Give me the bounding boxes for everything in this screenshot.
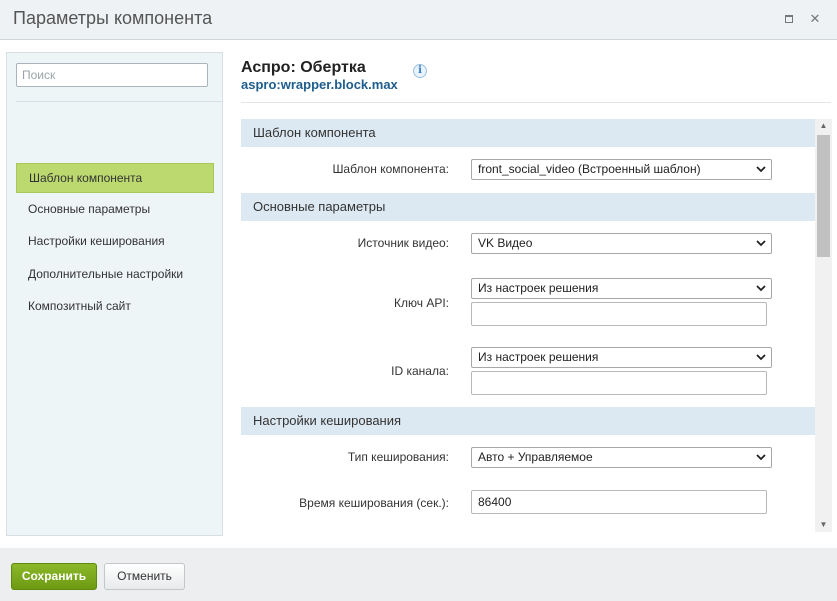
dialog-content: Шаблон компонента Основные параметры Нас…: [0, 40, 837, 548]
scrollbar-thumb[interactable]: [817, 135, 830, 257]
video-source-label: Источник видео:: [357, 236, 449, 250]
template-select-value: front_social_video (Встроенный шаблон): [478, 162, 701, 176]
channel-id-input[interactable]: [471, 371, 767, 395]
sidebar-item-main-params[interactable]: Основные параметры: [16, 195, 214, 225]
cache-type-select-value: Авто + Управляемое: [478, 450, 593, 464]
close-button[interactable]: ✕: [808, 12, 822, 26]
video-source-select[interactable]: VK Видео: [471, 233, 772, 254]
sidebar-item-cache-settings[interactable]: Настройки кеширования: [16, 227, 214, 257]
section-header-template: Шаблон компонента: [241, 119, 815, 147]
sidebar-divider: [16, 101, 223, 102]
window-title: Параметры компонента: [13, 8, 213, 28]
dialog-footer: Сохранить Отменить: [0, 548, 837, 601]
api-key-label: Ключ API:: [394, 296, 449, 310]
maximize-icon: [785, 15, 793, 23]
api-key-select[interactable]: Из настроек решения: [471, 278, 772, 299]
cache-type-label: Тип кеширования:: [347, 450, 449, 464]
chevron-down-icon: [756, 240, 766, 247]
header-divider: [241, 102, 831, 103]
api-key-select-value: Из настроек решения: [478, 281, 599, 295]
video-source-select-value: VK Видео: [478, 236, 533, 250]
template-select[interactable]: front_social_video (Встроенный шаблон): [471, 159, 772, 180]
close-icon: ✕: [809, 11, 821, 26]
info-icon[interactable]: i: [413, 64, 427, 78]
chevron-down-icon: [756, 454, 766, 461]
sidebar-item-template[interactable]: Шаблон компонента: [16, 163, 214, 193]
cache-type-select[interactable]: Авто + Управляемое: [471, 447, 772, 468]
window-titlebar: Параметры компонента ✕: [0, 0, 837, 40]
channel-id-select[interactable]: Из настроек решения: [471, 347, 772, 368]
component-code: aspro:wrapper.block.max: [241, 77, 398, 92]
template-label: Шаблон компонента:: [332, 162, 449, 176]
api-key-input[interactable]: [471, 302, 767, 326]
save-button[interactable]: Сохранить: [11, 563, 97, 590]
component-title: Аспро: Обертка: [241, 59, 366, 76]
channel-id-label: ID канала:: [391, 364, 449, 378]
cancel-button[interactable]: Отменить: [104, 563, 185, 590]
section-header-main-params: Основные параметры: [241, 193, 815, 221]
chevron-down-icon: [756, 354, 766, 361]
cache-time-input[interactable]: 86400: [471, 490, 767, 514]
chevron-down-icon: [756, 285, 766, 292]
cache-time-label: Время кеширования (сек.):: [299, 496, 449, 510]
parameters-form: Шаблон компонента Шаблон компонента: fro…: [241, 119, 815, 532]
scroll-up-arrow-icon[interactable]: ▲: [815, 119, 832, 133]
section-header-cache: Настройки кеширования: [241, 407, 815, 435]
sidebar: Шаблон компонента Основные параметры Нас…: [6, 52, 223, 536]
main-panel: Аспро: Обертка aspro:wrapper.block.max i…: [241, 40, 837, 548]
form-scrollbar[interactable]: ▲ ▼: [815, 119, 832, 532]
sidebar-item-composite-site[interactable]: Композитный сайт: [16, 292, 214, 322]
scroll-down-arrow-icon[interactable]: ▼: [815, 518, 832, 532]
channel-id-select-value: Из настроек решения: [478, 350, 599, 364]
sidebar-item-additional-settings[interactable]: Дополнительные настройки: [16, 260, 214, 290]
maximize-button[interactable]: [782, 12, 796, 26]
search-input[interactable]: [16, 63, 208, 87]
chevron-down-icon: [756, 166, 766, 173]
